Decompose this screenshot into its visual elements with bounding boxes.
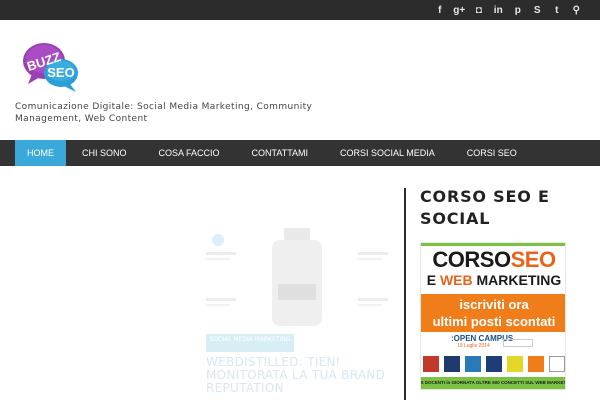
search-icon[interactable]: ⚲ bbox=[567, 0, 587, 20]
instagram-icon[interactable]: ◘ bbox=[469, 0, 489, 20]
banner-cta: iscriviti ora ultimi posti scontati bbox=[421, 294, 565, 332]
nav-item-contattami[interactable]: CONTATTAMI bbox=[236, 140, 325, 166]
sponsor-logo-1 bbox=[423, 356, 439, 372]
main-navigation: HOME CHI SONO COSA FACCIO CONTATTAMI CORSI S… bbox=[0, 140, 600, 166]
organizer-logo bbox=[503, 339, 533, 347]
nav-item-chi-sono[interactable]: CHI SONO bbox=[66, 140, 143, 166]
linkedin-icon[interactable]: in bbox=[489, 0, 509, 20]
twitter-icon[interactable]: t bbox=[547, 0, 567, 20]
nav-item-corsi-social-media[interactable]: CORSI SOCIAL MEDIA bbox=[324, 140, 451, 166]
post-category-badge[interactable]: SOCIAL MEDIA MARKETING bbox=[206, 334, 294, 352]
sidebar-divider bbox=[404, 188, 406, 400]
logo-text-seo: SEO bbox=[47, 65, 74, 80]
sponsor-logo-5 bbox=[507, 356, 523, 372]
post-thumbnail[interactable] bbox=[198, 218, 398, 330]
banner-subheadline-part2: WEB bbox=[439, 272, 477, 288]
banner-subheadline-part3: MARKETING bbox=[476, 272, 562, 288]
banner-cta-line2: ultimi posti scontati bbox=[432, 314, 556, 329]
nav-item-cosa-faccio[interactable]: COSA FACCIO bbox=[143, 140, 236, 166]
sponsor-logo-2 bbox=[444, 356, 460, 372]
sponsor-logo-7 bbox=[549, 356, 565, 372]
course-banner[interactable]: CORSOSEO E WEB MARKETING iscriviti ora u… bbox=[420, 242, 566, 390]
sponsor-logo-3 bbox=[465, 356, 481, 372]
top-social-bar: f g+ ◘ in p St ⚲ bbox=[0, 0, 600, 20]
banner-headline-part1: CORSO bbox=[432, 247, 511, 272]
banner-headline-part2: SEO bbox=[510, 247, 556, 272]
pinterest-icon[interactable]: p bbox=[508, 0, 528, 20]
banner-footer: 5 DOCENTI in GIORNATA OLTRE 500 CONCETTI… bbox=[421, 377, 565, 389]
social-icons: f g+ ◘ in p St ⚲ bbox=[430, 0, 586, 20]
site-logo[interactable]: BUZZ SEO bbox=[20, 40, 80, 96]
banner-cta-line1: iscriviti ora bbox=[459, 297, 529, 312]
skype-icon[interactable]: S bbox=[528, 0, 548, 20]
google-plus-icon[interactable]: g+ bbox=[450, 0, 470, 20]
post-title-link[interactable]: WEBDISTILLED: TIENI MONITORATA LA TUA BR… bbox=[206, 356, 396, 395]
sponsor-logo-6 bbox=[528, 356, 544, 372]
sponsor-logos bbox=[423, 354, 565, 374]
sidebar-widget-title: CORSO SEO E SOCIAL bbox=[420, 187, 550, 228]
site-tagline: Comunicazione Digitale: Social Media Mar… bbox=[15, 102, 313, 124]
nav-item-corsi-seo[interactable]: CORSI SEO bbox=[451, 140, 533, 166]
banner-subheadline: E WEB MARKETING bbox=[421, 272, 565, 288]
sponsor-logo-4 bbox=[486, 356, 502, 372]
nav-items: HOME CHI SONO COSA FACCIO CONTATTAMI CORSI S… bbox=[15, 140, 533, 166]
banner-subheadline-part1: E bbox=[426, 272, 440, 288]
banner-top-stripe bbox=[421, 243, 565, 246]
facebook-icon[interactable]: f bbox=[430, 0, 450, 20]
banner-headline: CORSOSEO bbox=[421, 247, 565, 272]
nav-item-home[interactable]: HOME bbox=[15, 140, 66, 166]
